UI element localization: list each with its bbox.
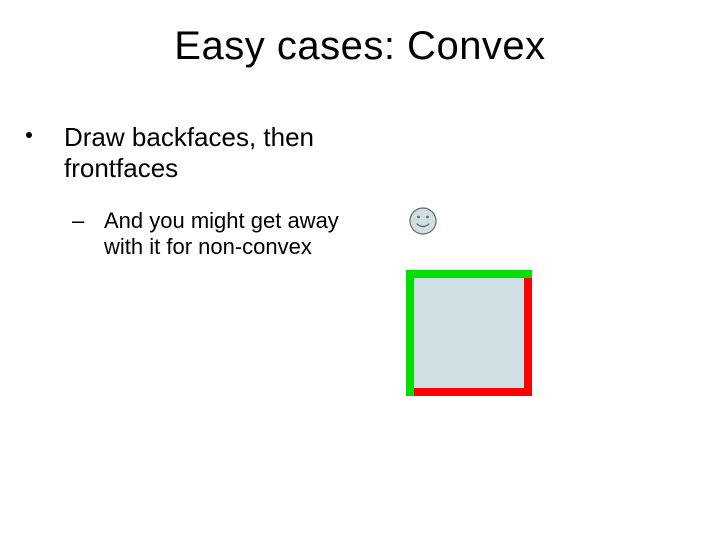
sub-1-text: And you might get away with it for non-c… bbox=[104, 208, 350, 261]
bullet-1-text: Draw backfaces, then frontfaces bbox=[64, 122, 384, 184]
box-interior bbox=[414, 278, 524, 388]
dash-icon: – bbox=[72, 208, 84, 234]
slide-title: Easy cases: Convex bbox=[0, 24, 720, 69]
box-frontface-left-green bbox=[406, 270, 414, 396]
bullet-dot-icon bbox=[26, 132, 32, 138]
box-frontface-top-green bbox=[406, 270, 532, 278]
bullet-level-2: – And you might get away with it for non… bbox=[90, 208, 350, 261]
bullet-level-1: Draw backfaces, then frontfaces bbox=[44, 122, 384, 184]
smiley-icon bbox=[408, 206, 438, 241]
convex-box-diagram bbox=[406, 270, 536, 400]
slide: Easy cases: Convex Draw backfaces, then … bbox=[0, 0, 720, 540]
